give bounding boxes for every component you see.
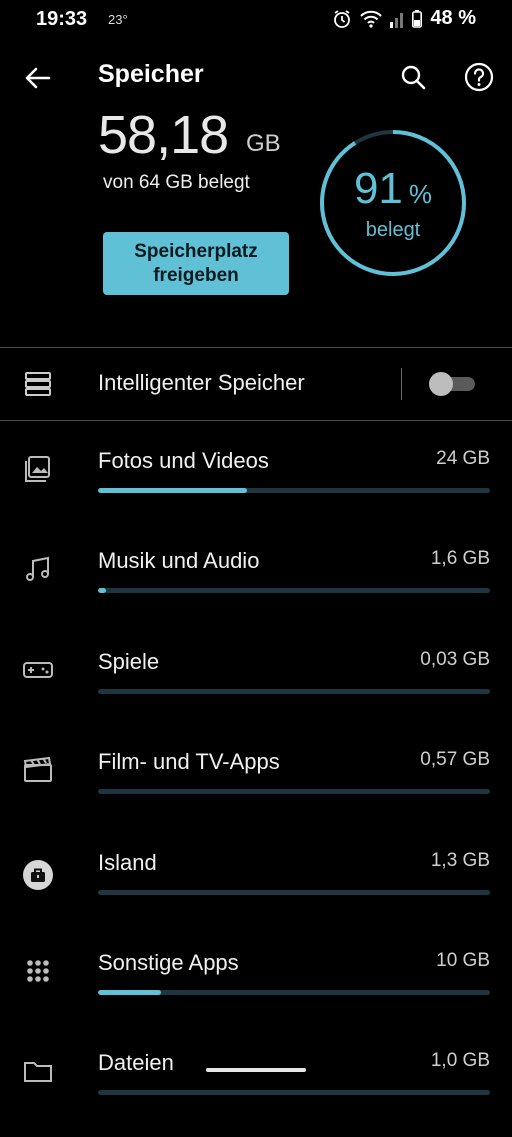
storage-category-row[interactable]: Island 1,3 GB — [0, 837, 512, 937]
status-temperature: 23° — [108, 12, 128, 27]
status-time: 19:33 — [36, 8, 88, 30]
category-usage-fill — [98, 488, 247, 493]
gamepad-icon — [23, 662, 53, 678]
category-label: Sonstige Apps — [98, 950, 239, 975]
row-separator — [401, 368, 402, 400]
category-label: Spiele — [98, 649, 160, 674]
storage-category-row[interactable]: Sonstige Apps 10 GB — [0, 937, 512, 1037]
category-size: 1,0 GB — [430, 1050, 490, 1071]
movie-icon — [23, 756, 52, 782]
usage-percent: 91% — [318, 164, 468, 214]
category-usage-bar — [98, 789, 490, 794]
status-bar: 19:33 23° 48 % — [0, 0, 512, 40]
category-size: 1,6 GB — [430, 548, 490, 569]
apps-grid-icon — [27, 960, 49, 982]
toggle-thumb — [429, 372, 453, 396]
divider — [0, 420, 512, 421]
storage-category-row[interactable]: Fotos und Videos 24 GB — [0, 435, 512, 535]
category-size: 0,03 GB — [420, 649, 490, 670]
used-storage-value: 58,18 — [98, 105, 229, 165]
storage-category-row[interactable]: Dateien 1,0 GB — [0, 1037, 512, 1137]
category-usage-bar — [98, 588, 490, 593]
signal-icon — [390, 12, 404, 28]
category-size: 10 GB — [436, 950, 490, 971]
storage-category-row[interactable]: Film- und TV-Apps 0,57 GB — [0, 736, 512, 836]
status-icons: 48 % — [332, 7, 476, 30]
category-size: 0,57 GB — [420, 749, 490, 770]
storage-category-row[interactable]: Spiele 0,03 GB — [0, 636, 512, 736]
category-usage-bar — [98, 689, 490, 694]
category-usage-bar — [98, 890, 490, 895]
category-label: Fotos und Videos — [98, 448, 269, 473]
category-usage-fill — [98, 588, 106, 593]
storage-category-row[interactable]: Musik und Audio 1,6 GB — [0, 535, 512, 635]
app-bar: Speicher — [0, 50, 512, 106]
help-icon — [464, 62, 494, 92]
music-icon — [26, 556, 49, 581]
category-label: Film- und TV-Apps — [98, 749, 280, 774]
smart-storage-row[interactable]: Intelligenter Speicher — [0, 348, 512, 420]
used-storage-unit: GB — [246, 130, 281, 157]
back-arrow-icon — [25, 67, 51, 89]
help-button[interactable] — [462, 60, 496, 94]
search-icon — [401, 65, 426, 90]
photo-icon — [25, 456, 50, 482]
search-button[interactable] — [398, 62, 430, 94]
category-size: 1,3 GB — [430, 850, 490, 871]
wifi-icon — [360, 10, 383, 28]
usage-percent-value: 91 — [353, 164, 403, 213]
home-indicator[interactable] — [206, 1068, 306, 1072]
used-of-total: von 64 GB belegt — [103, 172, 250, 193]
free-up-space-button[interactable]: Speicherplatz freigeben — [103, 232, 289, 295]
category-usage-bar — [98, 488, 490, 493]
storage-icon — [25, 372, 51, 396]
smart-storage-toggle[interactable] — [429, 372, 477, 396]
briefcase-icon — [23, 860, 53, 890]
category-size: 24 GB — [436, 448, 490, 469]
battery-percent: 48 % — [430, 7, 476, 29]
page-title: Speicher — [98, 60, 204, 88]
category-usage-bar — [98, 990, 490, 995]
back-button[interactable] — [22, 62, 54, 94]
category-label: Dateien — [98, 1050, 174, 1075]
category-usage-fill — [98, 990, 161, 995]
battery-icon — [412, 9, 423, 28]
alarm-icon — [334, 9, 351, 28]
smart-storage-label: Intelligenter Speicher — [98, 370, 305, 395]
usage-percent-label: belegt — [365, 219, 421, 241]
category-usage-bar — [98, 1090, 490, 1095]
category-label: Island — [98, 850, 157, 875]
usage-percent-unit: % — [408, 179, 433, 209]
folder-icon — [24, 1062, 52, 1082]
category-label: Musik und Audio — [98, 548, 260, 573]
